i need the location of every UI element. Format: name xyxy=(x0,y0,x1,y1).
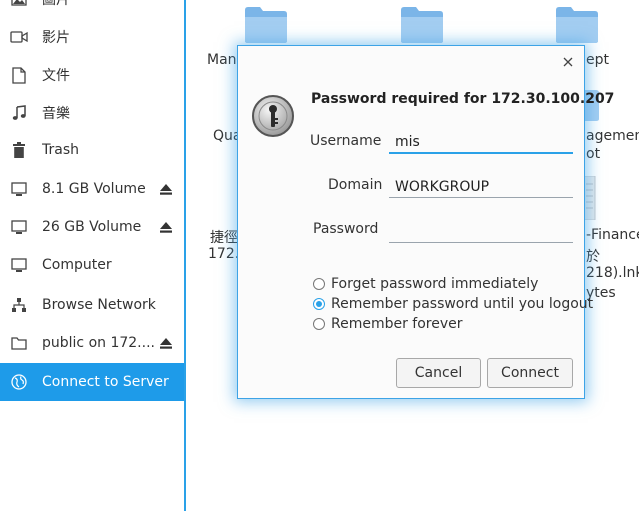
file-label: -Finance xyxy=(586,227,639,243)
eject-icon[interactable] xyxy=(159,221,173,233)
sidebar-item-volume-8gb[interactable]: 8.1 GB Volume xyxy=(0,170,184,208)
password-input[interactable] xyxy=(389,221,573,243)
computer-icon xyxy=(10,256,28,274)
sidebar-item-label: 文件 xyxy=(42,68,70,84)
sidebar-item-videos[interactable]: 影片 xyxy=(0,18,184,56)
eject-icon[interactable] xyxy=(159,183,173,195)
forget-password-option[interactable]: Forget password immediately xyxy=(313,276,538,292)
sidebar-item-computer[interactable]: Computer xyxy=(0,246,184,284)
sidebar-item-label: Computer xyxy=(42,257,112,273)
sidebar-item-label: 影片 xyxy=(42,30,70,46)
file-label: ept xyxy=(586,52,609,68)
sidebar-item-documents[interactable]: 文件 xyxy=(0,56,184,94)
image-icon xyxy=(10,0,28,8)
domain-label: Domain xyxy=(328,177,383,193)
sidebar-item-label: 8.1 GB Volume xyxy=(42,181,146,197)
password-label: Password xyxy=(313,221,379,237)
folder-icon[interactable] xyxy=(244,6,288,44)
file-label: agement xyxy=(586,128,639,144)
sidebar-item-label: public on 172.... xyxy=(42,335,155,351)
sidebar-item-label: 音樂 xyxy=(42,106,70,122)
close-icon xyxy=(563,57,573,67)
radio-button[interactable] xyxy=(313,298,325,310)
keyring-icon xyxy=(252,95,294,137)
sidebar-item-label: 26 GB Volume xyxy=(42,219,142,235)
folder-icon[interactable] xyxy=(555,6,599,44)
sidebar-item-music[interactable]: 音樂 xyxy=(0,94,184,132)
video-icon xyxy=(10,28,28,46)
network-icon xyxy=(10,296,28,314)
sidebar-item-label: Connect to Server xyxy=(42,374,169,390)
folder-icon[interactable] xyxy=(400,6,444,44)
sidebar: 圖片 影片 文件 音樂 Trash 8.1 GB Volume 26 GB Vo… xyxy=(0,0,186,511)
file-label: 172. xyxy=(208,246,240,262)
sidebar-item-volume-26gb[interactable]: 26 GB Volume xyxy=(0,208,184,246)
sidebar-item-label: 圖片 xyxy=(42,0,70,8)
option-label: Remember forever xyxy=(331,316,463,332)
eject-icon[interactable] xyxy=(159,337,173,349)
sidebar-item-pictures[interactable]: 圖片 xyxy=(0,0,184,18)
file-label: 218).lnk xyxy=(586,265,639,281)
sidebar-item-label: Browse Network xyxy=(42,297,156,313)
connect-button[interactable]: Connect xyxy=(487,358,573,388)
domain-input[interactable] xyxy=(389,176,573,198)
file-icon[interactable] xyxy=(584,176,596,220)
dialog-title: Password required for 172.30.100.207 xyxy=(311,91,615,107)
option-label: Remember password until you logout xyxy=(331,296,594,312)
radio-button[interactable] xyxy=(313,318,325,330)
sidebar-item-browse-network[interactable]: Browse Network xyxy=(0,286,184,324)
remember-until-logout-option[interactable]: Remember password until you logout xyxy=(313,296,593,312)
document-icon xyxy=(10,66,28,84)
username-label: Username xyxy=(310,133,382,149)
file-label: 於 xyxy=(586,249,600,265)
drive-icon xyxy=(10,218,28,236)
sidebar-item-trash[interactable]: Trash xyxy=(0,131,184,169)
option-label: Forget password immediately xyxy=(331,276,539,292)
radio-button[interactable] xyxy=(313,278,325,290)
file-label: 捷徑 xyxy=(210,230,238,246)
drive-icon xyxy=(10,180,28,198)
sidebar-item-public-share[interactable]: public on 172.... xyxy=(0,324,184,362)
trash-icon xyxy=(10,141,28,159)
music-icon xyxy=(10,104,28,122)
globe-icon xyxy=(10,373,28,391)
sidebar-item-connect-to-server[interactable]: Connect to Server xyxy=(0,363,184,401)
username-input[interactable] xyxy=(389,132,573,154)
cancel-button[interactable]: Cancel xyxy=(396,358,481,388)
password-dialog: Password required for 172.30.100.207 Use… xyxy=(237,45,614,399)
folder-icon xyxy=(10,334,28,352)
sidebar-item-label: Trash xyxy=(42,142,79,158)
close-button[interactable] xyxy=(560,54,576,70)
file-label: ot xyxy=(586,146,601,162)
remember-forever-option[interactable]: Remember forever xyxy=(313,316,463,332)
